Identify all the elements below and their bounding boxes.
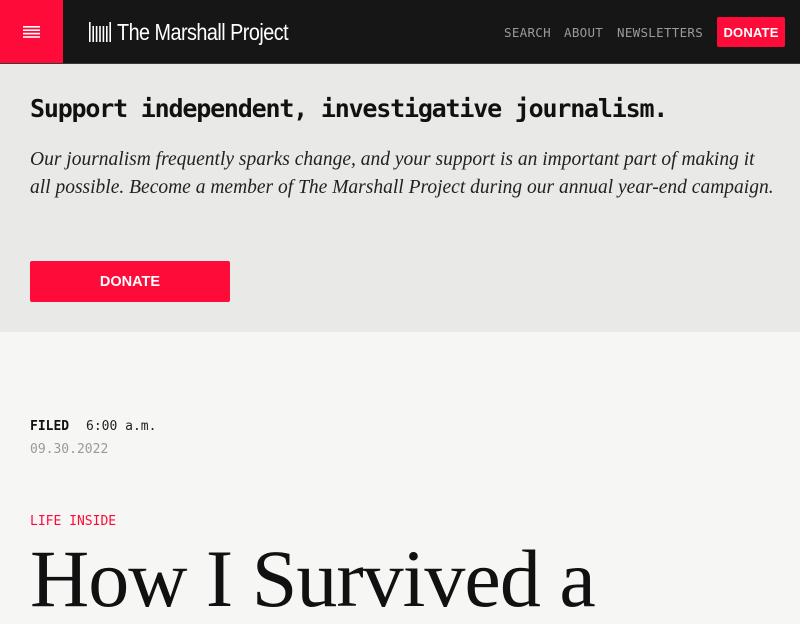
promo-donate-button[interactable]: DONATE — [30, 261, 230, 302]
logo-text: The Marshall Project — [117, 18, 289, 45]
section-link[interactable]: LIFE INSIDE — [30, 514, 116, 529]
donation-promo-banner: Support independent, investigative journ… — [0, 64, 800, 332]
site-logo[interactable]: The Marshall Project — [89, 17, 316, 47]
filed-label: FILED — [30, 419, 70, 434]
promo-title: Support independent, investigative journ… — [30, 94, 668, 123]
nav-search-link[interactable]: SEARCH — [504, 25, 551, 40]
filed-time: 6:00 a.m. — [86, 419, 157, 434]
article-headline: How I Survived a — [30, 533, 596, 624]
nav-about-link[interactable]: ABOUT — [564, 25, 603, 40]
menu-button[interactable] — [0, 0, 63, 63]
nav-newsletters-link[interactable]: NEWSLETTERS — [617, 25, 703, 40]
header-donate-button[interactable]: DONATE — [717, 17, 785, 47]
bars-logo-icon — [89, 22, 111, 42]
promo-body-text: Our journalism frequently sparks change,… — [30, 149, 774, 198]
filed-date: 09.30.2022 — [30, 442, 109, 457]
site-header: The Marshall Project SEARCH ABOUT NEWSLE… — [0, 0, 800, 64]
hamburger-icon — [23, 26, 40, 38]
